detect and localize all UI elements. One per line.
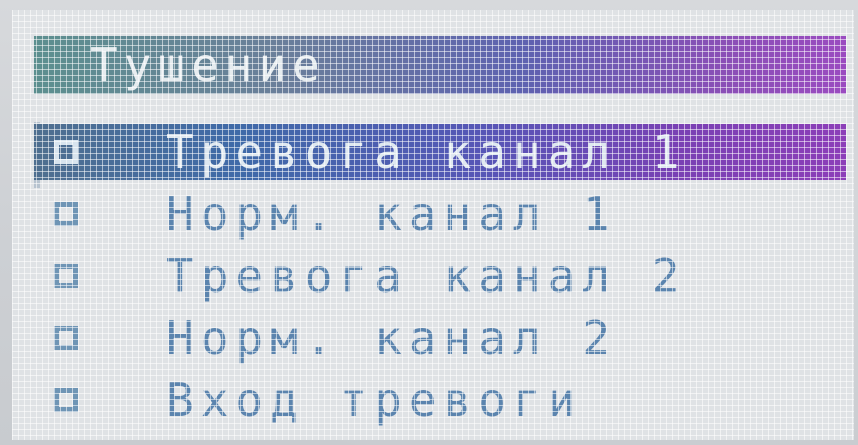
menu-item-label: Тревога канал 2 [166, 249, 687, 303]
menu-item-label: Норм. канал 1 [166, 187, 618, 241]
menu-item-alarm-channel-2[interactable]: Тревога канал 2 [34, 248, 846, 304]
menu-item-normal-channel-1[interactable]: Норм. канал 1 [34, 186, 846, 242]
menu-item-alarm-input[interactable]: Вход тревоги [34, 372, 846, 428]
checkbox-icon [54, 388, 78, 412]
screen-title-bar: Тушение [34, 36, 846, 94]
checkbox-icon [54, 140, 78, 164]
checkbox-icon [54, 326, 78, 350]
lcd-screen: Тушение Тревога канал 1 Норм. канал 1 Тр… [12, 10, 854, 440]
menu-item-alarm-channel-1[interactable]: Тревога канал 1 [34, 124, 846, 180]
menu-item-label: Норм. канал 2 [166, 311, 618, 365]
screen-title: Тушение [90, 38, 326, 92]
menu-item-label: Вход тревоги [166, 373, 583, 427]
menu-item-label: Тревога канал 1 [166, 125, 687, 179]
checkbox-icon [54, 264, 78, 288]
menu-item-normal-channel-2[interactable]: Норм. канал 2 [34, 310, 846, 366]
device-photo: Тушение Тревога канал 1 Норм. канал 1 Тр… [0, 0, 858, 445]
checkbox-icon [54, 202, 78, 226]
